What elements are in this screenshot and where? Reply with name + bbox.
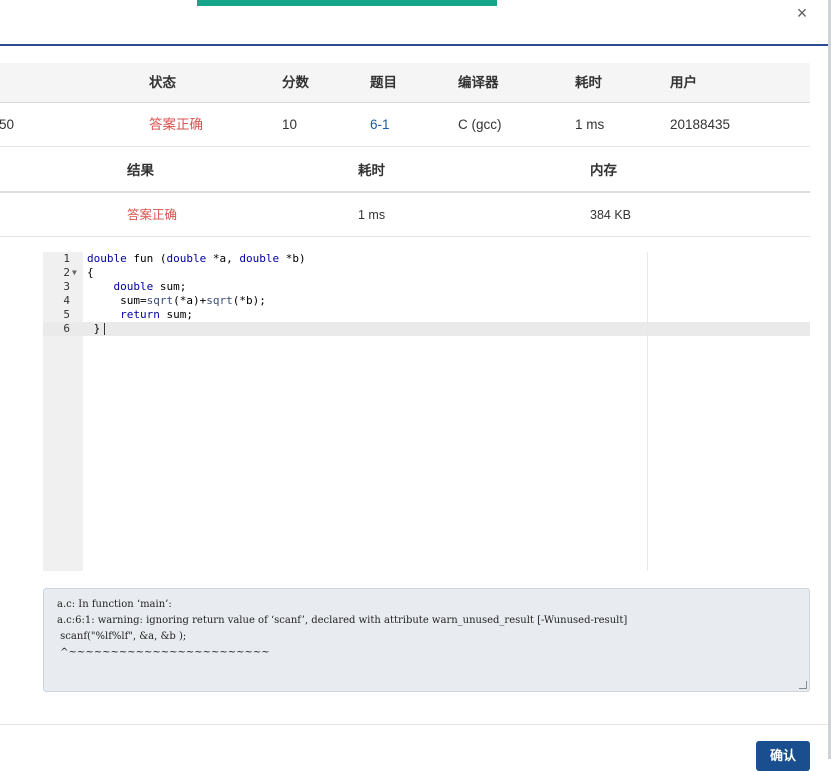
text-cursor — [104, 323, 106, 335]
header-result: 结果 — [127, 163, 154, 178]
compiler-output-line: ^~~~~~~~~~~~~~~~~~~~~~~~~ — [57, 647, 270, 658]
code-text: sum=sqrt(*a)+sqrt(*b); — [87, 294, 266, 307]
code-editor[interactable]: 1 double fun (double *a, double *b) 2 ▼ … — [43, 252, 810, 571]
code-line: 1 double fun (double *a, double *b) — [43, 252, 810, 266]
code-line: 3 double sum; — [43, 280, 810, 294]
header-compiler: 编译器 — [458, 75, 499, 90]
score-value: 10 — [282, 117, 298, 132]
compiler-output-line: a.c:6:1: warning: ignoring return value … — [57, 615, 628, 626]
header-score: 分数 — [282, 75, 309, 90]
header-problem: 题目 — [370, 75, 397, 90]
footer-divider — [0, 724, 828, 725]
problem-link[interactable]: 6-1 — [370, 103, 390, 147]
compiler-output-line: scanf("%lf%lf", &a, &b ); — [57, 631, 187, 642]
submission-table-header: 状态 分数 题目 编译器 耗时 用户 — [0, 63, 810, 103]
result-time-value: 1 ms — [358, 208, 386, 222]
code-text: return sum; — [120, 308, 193, 321]
table-row: 50 答案正确 10 6-1 C (gcc) 1 ms 20188435 — [0, 103, 810, 147]
line-number: 3 — [63, 280, 70, 293]
time-value: 1 ms — [575, 117, 605, 132]
code-text: { — [87, 266, 94, 279]
resize-grip-icon[interactable] — [799, 681, 807, 689]
modal-top-accent — [197, 0, 497, 6]
line-number: 4 — [63, 294, 70, 307]
result-table-header: 结果 耗时 内存 — [0, 148, 810, 193]
line-number: 5 — [63, 308, 70, 321]
status-badge: 答案正确 — [149, 117, 203, 132]
confirm-button[interactable]: 确认 — [756, 741, 810, 771]
result-table: 结果 耗时 内存 答案正确 1 ms 384 KB — [0, 148, 810, 237]
compiler-output[interactable]: a.c: In function ‘main’: a.c:6:1: warnin… — [43, 588, 810, 692]
user-value: 20188435 — [670, 117, 731, 132]
header-divider — [0, 44, 828, 46]
header-time: 耗时 — [575, 75, 602, 90]
result-status: 答案正确 — [127, 208, 178, 222]
memory-value: 384 KB — [590, 208, 632, 222]
code-text: double fun (double *a, double *b) — [87, 252, 306, 265]
table-row: 答案正确 1 ms 384 KB — [0, 193, 810, 237]
header-result-time: 耗时 — [358, 163, 385, 178]
fold-arrow-icon[interactable]: ▼ — [72, 266, 77, 280]
header-status: 状态 — [149, 75, 176, 90]
code-line: 6 } — [43, 322, 810, 336]
submission-table: 状态 分数 题目 编译器 耗时 用户 50 答案正确 10 6-1 C (gcc… — [0, 63, 810, 147]
submission-id-fragment: 50 — [0, 117, 15, 132]
header-memory: 内存 — [590, 163, 617, 178]
submission-detail-modal: × 状态 分数 题目 编译器 耗时 用户 50 答案正确 10 6-1 C (g… — [0, 0, 828, 771]
compiler-value: C (gcc) — [458, 117, 502, 132]
header-user: 用户 — [670, 75, 697, 90]
compiler-output-line: a.c: In function ‘main’: — [57, 599, 172, 610]
code-text: } — [87, 322, 106, 336]
code-text: double sum; — [113, 280, 187, 293]
line-number: 2 — [63, 266, 70, 279]
line-number: 6 — [63, 322, 70, 335]
code-line: 2 ▼ { — [43, 266, 810, 280]
close-icon[interactable]: × — [792, 3, 812, 23]
code-line: 5 return sum; — [43, 308, 810, 322]
code-line: 4 sum=sqrt(*a)+sqrt(*b); — [43, 294, 810, 308]
line-number: 1 — [63, 252, 70, 265]
